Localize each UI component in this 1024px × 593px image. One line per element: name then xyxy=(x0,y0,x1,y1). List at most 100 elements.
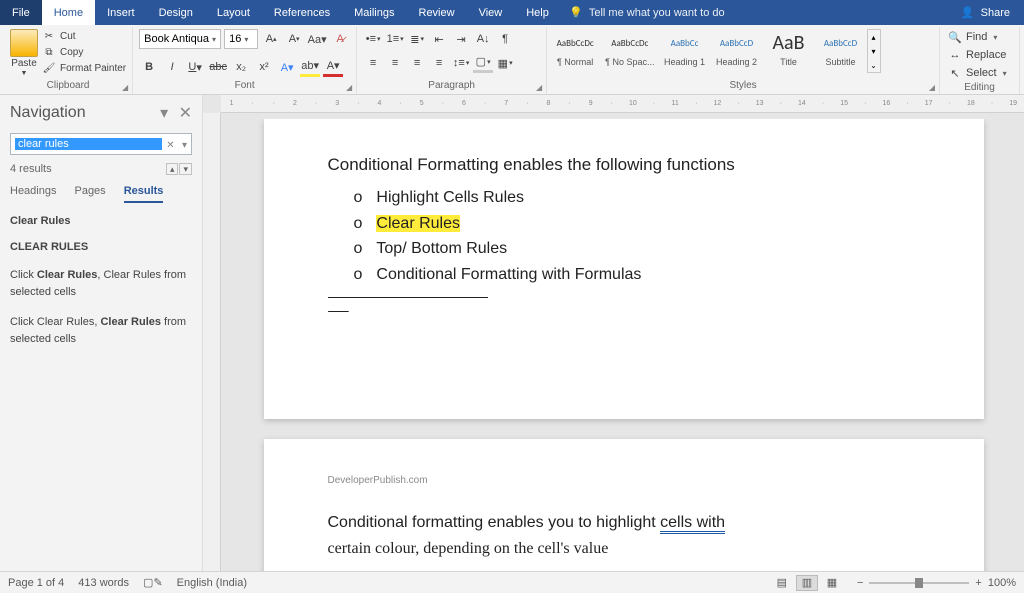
text-effects-button[interactable]: A▾ xyxy=(277,57,297,77)
nav-close-button[interactable]: ✕ xyxy=(179,105,192,122)
prev-result-button[interactable]: ▴ xyxy=(166,163,179,175)
zoom-slider[interactable] xyxy=(869,582,969,584)
strikethrough-button[interactable]: abc xyxy=(208,57,228,77)
tab-design[interactable]: Design xyxy=(147,0,205,25)
font-name-combo[interactable]: Book Antiqua▾ xyxy=(139,29,221,49)
multilevel-list-button[interactable]: ≣▾ xyxy=(407,29,427,49)
nav-clear-search-button[interactable]: ✕ xyxy=(166,140,174,151)
zoom-out-button[interactable]: − xyxy=(857,577,863,589)
style-name: Subtitle xyxy=(825,57,855,67)
cut-button[interactable]: ✂Cut xyxy=(42,29,126,43)
show-marks-button[interactable]: ¶ xyxy=(495,29,515,49)
styles-more-button[interactable]: ⌄ xyxy=(868,58,880,72)
list-item: Conditional Formatting with Formulas xyxy=(354,262,920,288)
borders-button[interactable]: ▦▾ xyxy=(495,53,515,73)
style-item[interactable]: AaBbCcDHeading 2 xyxy=(715,29,759,67)
nav-tab-headings[interactable]: Headings xyxy=(10,185,56,203)
tab-insert[interactable]: Insert xyxy=(95,0,147,25)
paste-button[interactable]: Paste ▼ xyxy=(10,29,38,77)
align-right-button[interactable]: ≡ xyxy=(407,53,427,73)
font-color-button[interactable]: A▾ xyxy=(323,57,343,77)
tab-review[interactable]: Review xyxy=(407,0,467,25)
style-item[interactable]: AaBTitle xyxy=(767,29,811,67)
underline-button[interactable]: U▾ xyxy=(185,57,205,77)
print-layout-button[interactable]: ▥ xyxy=(796,575,818,591)
styles-down-button[interactable]: ▾ xyxy=(868,44,880,58)
next-result-button[interactable]: ▾ xyxy=(179,163,192,175)
tab-help[interactable]: Help xyxy=(514,0,561,25)
numbering-button[interactable]: 1≡▾ xyxy=(385,29,405,49)
nav-search-input[interactable]: clear rules ✕ ▾ xyxy=(10,133,192,155)
nav-tab-pages[interactable]: Pages xyxy=(74,185,105,203)
nav-search-options-button[interactable]: ▾ xyxy=(182,140,187,151)
share-button[interactable]: 👤 Share xyxy=(947,6,1024,20)
styles-launcher[interactable]: ◢ xyxy=(929,83,935,92)
subscript-button[interactable]: x₂ xyxy=(231,57,251,77)
align-center-button[interactable]: ≡ xyxy=(385,53,405,73)
font-launcher[interactable]: ◢ xyxy=(346,83,352,92)
bullets-button[interactable]: •≡▾ xyxy=(363,29,383,49)
body-text: certain colour, depending on the cell's … xyxy=(328,536,920,562)
document-page[interactable]: DeveloperPublish.com Conditional formatt… xyxy=(264,439,984,571)
zoom-in-button[interactable]: + xyxy=(975,577,981,589)
nav-result-item[interactable]: Click Clear Rules, Clear Rules from sele… xyxy=(10,314,192,347)
paragraph-launcher[interactable]: ◢ xyxy=(536,83,542,92)
nav-result-item[interactable]: Clear Rules xyxy=(10,215,192,227)
clear-formatting-button[interactable]: A̷ xyxy=(330,29,350,49)
status-wordcount[interactable]: 413 words xyxy=(78,577,129,589)
horizontal-ruler[interactable]: 1··2·3·4·5·6·7·8·9·10·11·12·13·14·15·16·… xyxy=(221,95,1024,113)
highlight-color-button[interactable]: ab▾ xyxy=(300,57,320,77)
tab-view[interactable]: View xyxy=(467,0,515,25)
styles-up-button[interactable]: ▴ xyxy=(868,30,880,44)
shading-button[interactable]: ▢▾ xyxy=(473,53,493,73)
tab-references[interactable]: References xyxy=(262,0,342,25)
document-page[interactable]: Conditional Formatting enables the follo… xyxy=(264,119,984,419)
change-case-button[interactable]: Aa▾ xyxy=(307,29,327,49)
page-viewport[interactable]: Conditional Formatting enables the follo… xyxy=(243,119,1004,571)
format-painter-button[interactable]: 🖌Format Painter xyxy=(42,61,126,75)
line-spacing-button[interactable]: ↕≡▾ xyxy=(451,53,471,73)
zoom-thumb[interactable] xyxy=(915,578,923,588)
tab-mailings[interactable]: Mailings xyxy=(342,0,406,25)
nav-result-item[interactable]: Click Clear Rules, Clear Rules from sele… xyxy=(10,267,192,300)
select-button[interactable]: ↖Select▾ xyxy=(946,65,1009,81)
read-mode-button[interactable]: ▤ xyxy=(771,575,793,591)
zoom-percent[interactable]: 100% xyxy=(988,577,1016,589)
status-page[interactable]: Page 1 of 4 xyxy=(8,577,64,589)
proofing-icon[interactable]: ▢✎ xyxy=(143,576,163,589)
copy-button[interactable]: ⧉Copy xyxy=(42,45,126,59)
clipboard-launcher[interactable]: ◢ xyxy=(122,83,128,92)
superscript-button[interactable]: x² xyxy=(254,57,274,77)
increase-indent-button[interactable]: ⇥ xyxy=(451,29,471,49)
style-preview: AaB xyxy=(772,29,804,57)
replace-button[interactable]: ↔Replace xyxy=(946,47,1008,63)
nav-result-item[interactable]: CLEAR RULES xyxy=(10,241,192,253)
style-item[interactable]: AaBbCcHeading 1 xyxy=(663,29,707,67)
decrease-indent-button[interactable]: ⇤ xyxy=(429,29,449,49)
tell-me-search[interactable]: 💡 Tell me what you want to do xyxy=(569,6,725,20)
tab-layout[interactable]: Layout xyxy=(205,0,262,25)
shrink-font-button[interactable]: A▾ xyxy=(284,29,304,49)
style-item[interactable]: AaBbCcDc¶ Normal xyxy=(553,29,597,67)
page-header-text: DeveloperPublish.com xyxy=(328,475,920,486)
find-button[interactable]: 🔍Find▾ xyxy=(946,29,999,45)
tab-home[interactable]: Home xyxy=(42,0,95,25)
sort-button[interactable]: A↓ xyxy=(473,29,493,49)
status-language[interactable]: English (India) xyxy=(177,577,247,589)
style-item[interactable]: AaBbCcDSubtitle xyxy=(819,29,863,67)
italic-button[interactable]: I xyxy=(162,57,182,77)
web-layout-button[interactable]: ▦ xyxy=(821,575,843,591)
group-editing-label: Editing xyxy=(964,82,995,93)
bold-button[interactable]: B xyxy=(139,57,159,77)
nav-menu-button[interactable]: ▾ xyxy=(160,105,168,122)
grow-font-button[interactable]: A▴ xyxy=(261,29,281,49)
justify-button[interactable]: ≡ xyxy=(429,53,449,73)
font-size-combo[interactable]: 16▾ xyxy=(224,29,258,49)
replace-icon: ↔ xyxy=(948,48,962,62)
align-left-button[interactable]: ≡ xyxy=(363,53,383,73)
nav-tab-results[interactable]: Results xyxy=(124,185,164,203)
style-item[interactable]: AaBbCcDc¶ No Spac... xyxy=(605,29,654,67)
tab-file[interactable]: File xyxy=(0,0,42,25)
document-area: 1··2·3·4·5·6·7·8·9·10·11·12·13·14·15·16·… xyxy=(203,95,1024,571)
vertical-ruler[interactable] xyxy=(203,113,221,571)
